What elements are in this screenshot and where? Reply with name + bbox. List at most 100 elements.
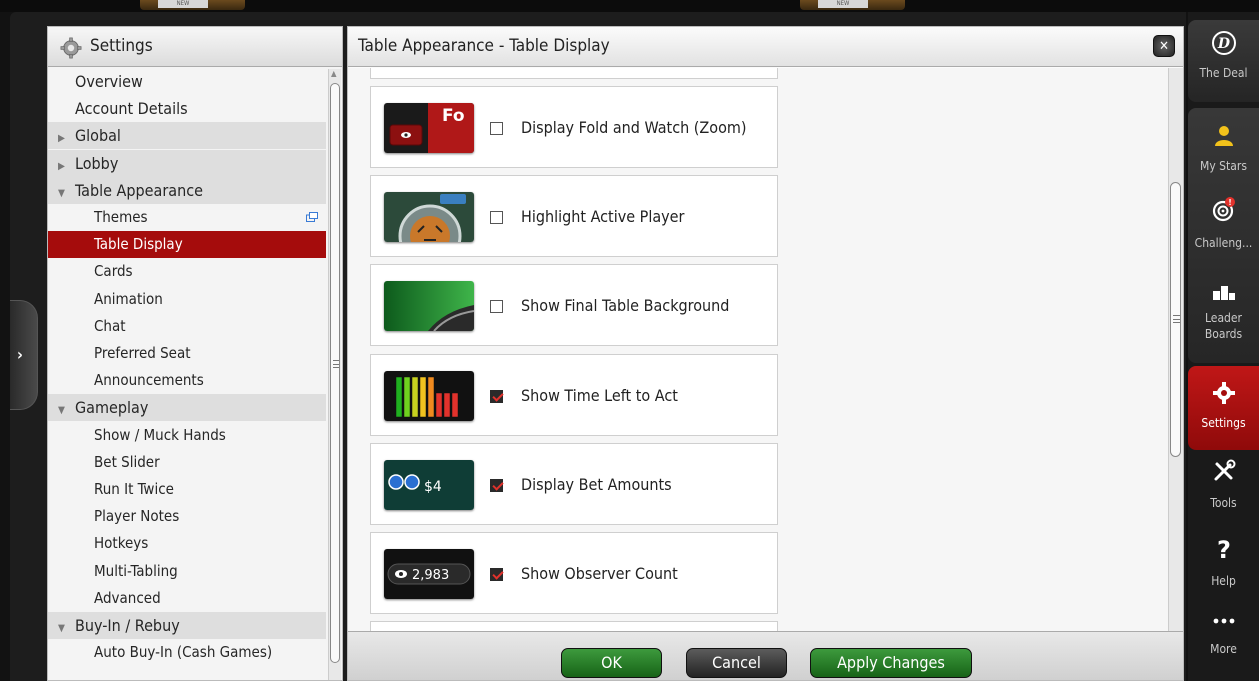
sidebar-item-more[interactable]: More bbox=[1188, 604, 1259, 680]
setting-label[interactable]: Show Final Table Background bbox=[521, 296, 729, 315]
nav-item-label: Preferred Seat bbox=[94, 344, 191, 362]
nav-item-animation[interactable]: Animation bbox=[48, 286, 326, 313]
checkbox-show-time-left-to-act[interactable] bbox=[490, 389, 503, 403]
nav-item-label: Gameplay bbox=[75, 398, 149, 418]
setting-label[interactable]: Show Time Left to Act bbox=[521, 386, 678, 405]
nav-item-show-muck-hands[interactable]: Show / Muck Hands bbox=[48, 422, 326, 449]
preview-image-show-observer-count: 2,983 bbox=[384, 549, 474, 599]
setting-label[interactable]: Display Bet Amounts bbox=[521, 475, 672, 494]
close-button[interactable]: ✕ bbox=[1153, 35, 1175, 57]
apply-changes-button[interactable]: Apply Changes bbox=[810, 648, 972, 678]
nav-item-label: Cards bbox=[94, 262, 133, 281]
nav-item-label: Bet Slider bbox=[94, 452, 160, 471]
setting-row-partial bbox=[370, 68, 778, 79]
ok-button[interactable]: OK bbox=[561, 648, 662, 678]
close-icon: ✕ bbox=[1159, 39, 1169, 54]
checkbox-highlight-active-player[interactable] bbox=[490, 211, 503, 225]
checkbox-display-fold-and-watch-zoom[interactable] bbox=[490, 122, 503, 135]
sidebar-item-help[interactable]: ? Help bbox=[1188, 530, 1259, 606]
sidebar-item-leader-boards[interactable]: Leader Boards bbox=[1188, 272, 1259, 362]
dialog-footer: OK Cancel Apply Changes bbox=[348, 631, 1183, 680]
nav-item-label: Account Details bbox=[75, 99, 188, 119]
sidebar-label-settings: Settings bbox=[1201, 416, 1246, 430]
checkbox-show-final-table-background[interactable] bbox=[490, 300, 503, 314]
nav-item-player-notes[interactable]: Player Notes bbox=[48, 503, 326, 530]
setting-row-display-bet-amounts: $4 Display Bet Amounts bbox=[370, 442, 778, 525]
nav-item-advanced[interactable]: Advanced bbox=[48, 585, 326, 612]
nav-item-bet-slider[interactable]: Bet Slider bbox=[48, 449, 326, 476]
preview-image-show-time-left-to-act bbox=[384, 370, 474, 421]
triangle-right-icon: ▶ bbox=[58, 133, 65, 145]
challenges-icon: ! bbox=[1212, 197, 1235, 222]
nav-item-label: Chat bbox=[94, 316, 126, 335]
checkbox-display-bet-amounts[interactable] bbox=[490, 478, 503, 492]
setting-row-show-observer-count: 2,983 Show Observer Count bbox=[370, 532, 778, 614]
preview-image-highlight-active-player bbox=[384, 192, 474, 243]
nav-group-gameplay[interactable]: ▼ Gameplay bbox=[48, 394, 326, 422]
triangle-right-icon: ▶ bbox=[58, 160, 65, 172]
nav-group-buy-in-rebuy[interactable]: ▼ Buy-In / Rebuy bbox=[48, 612, 326, 639]
setting-label[interactable]: Display Fold and Watch (Zoom) bbox=[521, 118, 747, 137]
checkbox-show-observer-count[interactable] bbox=[490, 568, 503, 581]
thumb-fold-text: Fo bbox=[442, 106, 465, 126]
chevron-right-icon: › bbox=[17, 345, 23, 364]
setting-row-show-time-left-to-act: Show Time Left to Act bbox=[370, 353, 778, 436]
triangle-down-icon: ▼ bbox=[58, 187, 65, 199]
sidebar-label-my-stars: My Stars bbox=[1200, 159, 1247, 173]
nav-group-global[interactable]: ▶ Global bbox=[48, 122, 326, 150]
setting-label[interactable]: Show Observer Count bbox=[521, 564, 678, 583]
nav-item-account-details[interactable]: Account Details bbox=[48, 95, 326, 122]
settings-nav-title: Settings bbox=[90, 36, 153, 56]
sidebar-item-settings[interactable]: Settings bbox=[1188, 366, 1259, 450]
nav-item-hotkeys[interactable]: Hotkeys bbox=[48, 530, 326, 557]
scroll-up-icon[interactable]: ▲ bbox=[331, 69, 337, 78]
collapse-panel-toggle[interactable]: › bbox=[10, 300, 38, 410]
nav-scrollbar-thumb[interactable] bbox=[330, 83, 340, 663]
nav-item-auto-buy-in-cash-games[interactable]: Auto Buy-In (Cash Games) bbox=[48, 639, 326, 666]
nav-item-label: Overview bbox=[75, 72, 143, 91]
thumb-bet-text: $4 bbox=[424, 479, 442, 495]
nav-item-preferred-seat[interactable]: Preferred Seat bbox=[48, 340, 326, 367]
nav-item-label: Announcements bbox=[94, 371, 204, 390]
nav-item-themes[interactable]: Themes bbox=[48, 204, 326, 231]
nav-item-label: Table Display bbox=[94, 235, 183, 254]
nav-item-multi-tabling[interactable]: Multi-Tabling bbox=[48, 558, 326, 585]
setting-label[interactable]: Highlight Active Player bbox=[521, 207, 684, 226]
nav-group-lobby[interactable]: ▶ Lobby bbox=[48, 149, 326, 177]
content-scrollbar[interactable] bbox=[1168, 68, 1183, 631]
nav-item-cards[interactable]: Cards bbox=[48, 258, 326, 285]
top-tab-right: NEW bbox=[800, 0, 905, 10]
nav-item-chat[interactable]: Chat bbox=[48, 313, 326, 340]
gear-icon bbox=[1213, 382, 1235, 404]
nav-item-label: Multi-Tabling bbox=[94, 561, 178, 580]
nav-item-overview[interactable]: Overview bbox=[48, 68, 326, 95]
top-tab-left: NEW bbox=[140, 0, 245, 10]
nav-item-announcements[interactable]: Announcements bbox=[48, 367, 326, 394]
settings-list: Fo Display Fold and Watch (Zoom) Highlight… bbox=[348, 68, 1170, 631]
app-sidebar: D The Deal My Stars ! Challeng... Leader… bbox=[1188, 12, 1259, 681]
content-scrollbar-thumb[interactable] bbox=[1170, 182, 1181, 457]
sidebar-item-tools[interactable]: Tools bbox=[1188, 452, 1259, 532]
nav-item-label: Lobby bbox=[75, 153, 119, 173]
leaderboards-icon bbox=[1213, 286, 1235, 300]
new-badge-right: NEW bbox=[818, 0, 868, 8]
setting-row-display-fold-and-watch-zoom: Fo Display Fold and Watch (Zoom) bbox=[370, 86, 778, 168]
setting-row-partial bbox=[370, 621, 778, 631]
table-display-header: Table Appearance - Table Display ✕ bbox=[348, 27, 1183, 67]
grip-icon bbox=[1173, 315, 1180, 323]
nav-group-table-appearance[interactable]: ▼ Table Appearance bbox=[48, 176, 326, 204]
nav-scrollbar[interactable]: ▲ bbox=[328, 69, 341, 680]
cancel-button[interactable]: Cancel bbox=[686, 648, 787, 678]
sidebar-item-the-deal[interactable]: D The Deal bbox=[1188, 20, 1259, 102]
nav-item-run-it-twice[interactable]: Run It Twice bbox=[48, 476, 326, 503]
sidebar-item-my-stars[interactable]: My Stars bbox=[1188, 112, 1259, 192]
sidebar-label-the-deal: The Deal bbox=[1199, 66, 1248, 80]
sidebar-label-more: More bbox=[1210, 642, 1237, 656]
grip-icon bbox=[333, 360, 339, 368]
triangle-down-icon: ▼ bbox=[58, 623, 65, 634]
sidebar-item-challenges[interactable]: ! Challeng... bbox=[1188, 192, 1259, 272]
triangle-down-icon: ▼ bbox=[58, 405, 65, 417]
popout-window-icon[interactable] bbox=[306, 212, 318, 222]
nav-item-table-display[interactable]: Table Display bbox=[48, 231, 326, 259]
setting-row-highlight-active-player: Highlight Active Player bbox=[370, 175, 778, 258]
